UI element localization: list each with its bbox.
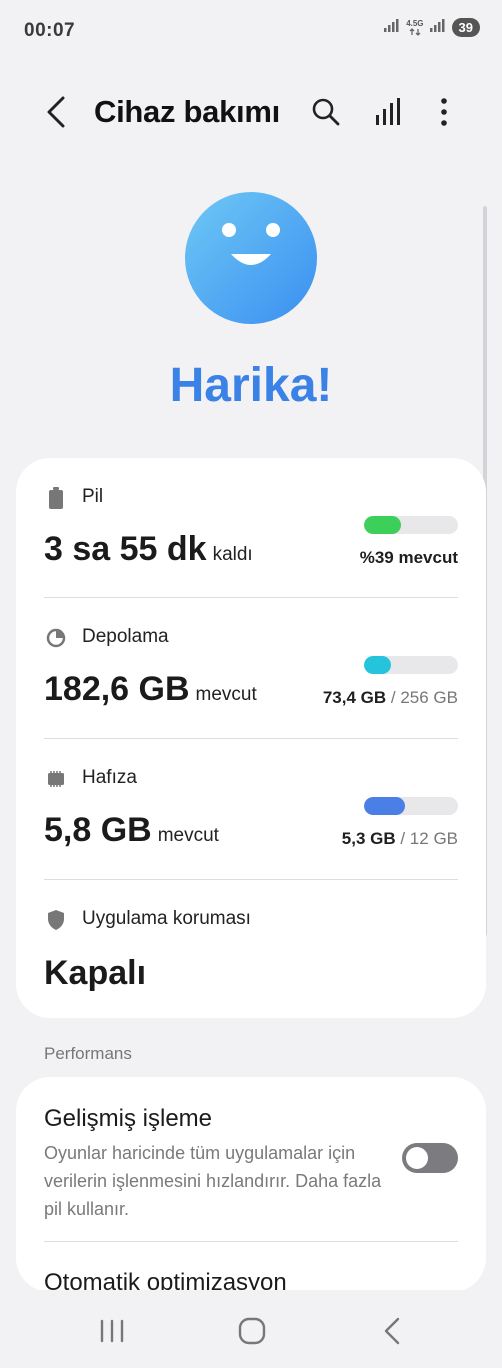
- page-title: Cihaz bakımı: [94, 94, 280, 129]
- app-protection-section[interactable]: Uygulama koruması Kapalı: [44, 908, 458, 998]
- memory-bar-fill: [364, 797, 406, 815]
- storage-used: 73,4 GB: [322, 688, 387, 707]
- navigation-bar: [0, 1296, 502, 1368]
- memory-available: 5,8 GB: [44, 811, 152, 849]
- status-bar: 00:07 4.5G 39: [0, 0, 502, 62]
- performance-section-label: Performans: [44, 1044, 132, 1063]
- battery-bar: [364, 516, 458, 534]
- search-button[interactable]: [304, 90, 348, 134]
- battery-time-value: 3 sa 55 dk kaldı: [44, 530, 253, 569]
- signal-icon: [429, 18, 446, 37]
- home-button[interactable]: [222, 1306, 282, 1356]
- memory-value: 5,8 GB mevcut: [44, 811, 219, 850]
- toggle-knob: [406, 1147, 428, 1169]
- battery-icon: [44, 486, 68, 510]
- status-icons: 4.5G 39: [384, 18, 480, 37]
- memory-chip-icon: [44, 767, 68, 791]
- more-options-button[interactable]: [422, 90, 466, 134]
- battery-time: 3 sa 55 dk: [44, 530, 207, 568]
- storage-total: / 256 GB: [390, 688, 458, 707]
- device-care-card: Pil 3 sa 55 dk kaldı %39 mevcut Depolama …: [16, 458, 486, 1018]
- recent-apps-button[interactable]: [82, 1306, 142, 1356]
- divider: [44, 597, 458, 598]
- enhanced-processing-description: Oyunlar haricinde tüm uygulamalar için v…: [44, 1143, 382, 1219]
- memory-usage: 5,3 GB / 12 GB: [342, 829, 458, 849]
- divider: [44, 738, 458, 739]
- recent-apps-icon: [100, 1319, 124, 1343]
- status-time: 00:07: [24, 20, 76, 41]
- network-type-label: 4.5G: [406, 18, 424, 28]
- memory-section[interactable]: Hafıza 5,8 GB mevcut 5,3 GB / 12 GB: [44, 767, 458, 877]
- app-protection-label: Uygulama koruması: [82, 908, 251, 929]
- battery-percent: %39 mevcut: [360, 548, 458, 568]
- shield-icon: [44, 908, 68, 932]
- back-icon: [384, 1317, 400, 1345]
- storage-label: Depolama: [82, 626, 169, 647]
- search-icon: [312, 98, 340, 126]
- home-icon: [238, 1317, 266, 1345]
- memory-label: Hafıza: [82, 767, 137, 788]
- data-arrows-icon: 4.5G: [406, 18, 424, 36]
- smiley-face-icon: [185, 192, 317, 324]
- device-status-label: Harika!: [169, 359, 333, 412]
- statistics-button[interactable]: [366, 90, 410, 134]
- memory-bar: [364, 797, 458, 815]
- divider: [44, 1241, 458, 1242]
- back-button[interactable]: [36, 90, 76, 134]
- storage-bar: [364, 656, 458, 674]
- battery-section[interactable]: Pil 3 sa 55 dk kaldı %39 mevcut: [44, 486, 458, 596]
- storage-unit: mevcut: [195, 684, 257, 705]
- storage-usage: 73,4 GB / 256 GB: [323, 688, 458, 708]
- signal-icon: [384, 18, 400, 37]
- memory-total: / 12 GB: [400, 829, 458, 848]
- app-protection-value: Kapalı: [44, 954, 147, 992]
- battery-bar-fill: [364, 516, 401, 534]
- app-header: Cihaz bakımı: [0, 72, 502, 152]
- pie-chart-icon: [44, 626, 68, 650]
- battery-label: Pil: [82, 486, 104, 507]
- nav-back-button[interactable]: [362, 1306, 422, 1356]
- enhanced-processing-toggle[interactable]: [402, 1143, 458, 1173]
- enhanced-processing-title[interactable]: Gelişmiş işleme: [44, 1105, 212, 1133]
- battery-time-unit: kaldı: [212, 544, 253, 565]
- bar-chart-icon: [376, 98, 400, 125]
- divider: [44, 879, 458, 880]
- battery-icon: 39: [451, 18, 480, 37]
- more-vert-icon: [441, 98, 447, 126]
- storage-value: 182,6 GB mevcut: [44, 670, 257, 709]
- storage-available: 182,6 GB: [44, 670, 190, 708]
- memory-unit: mevcut: [157, 825, 219, 846]
- back-arrow-icon: [47, 96, 65, 128]
- storage-bar-fill: [364, 656, 392, 674]
- memory-used: 5,3 GB: [341, 829, 396, 848]
- performance-card: Gelişmiş işleme Oyunlar haricinde tüm uy…: [16, 1077, 486, 1296]
- battery-percent-text: %39 mevcut: [359, 548, 458, 567]
- storage-section[interactable]: Depolama 182,6 GB mevcut 73,4 GB / 256 GB: [44, 626, 458, 736]
